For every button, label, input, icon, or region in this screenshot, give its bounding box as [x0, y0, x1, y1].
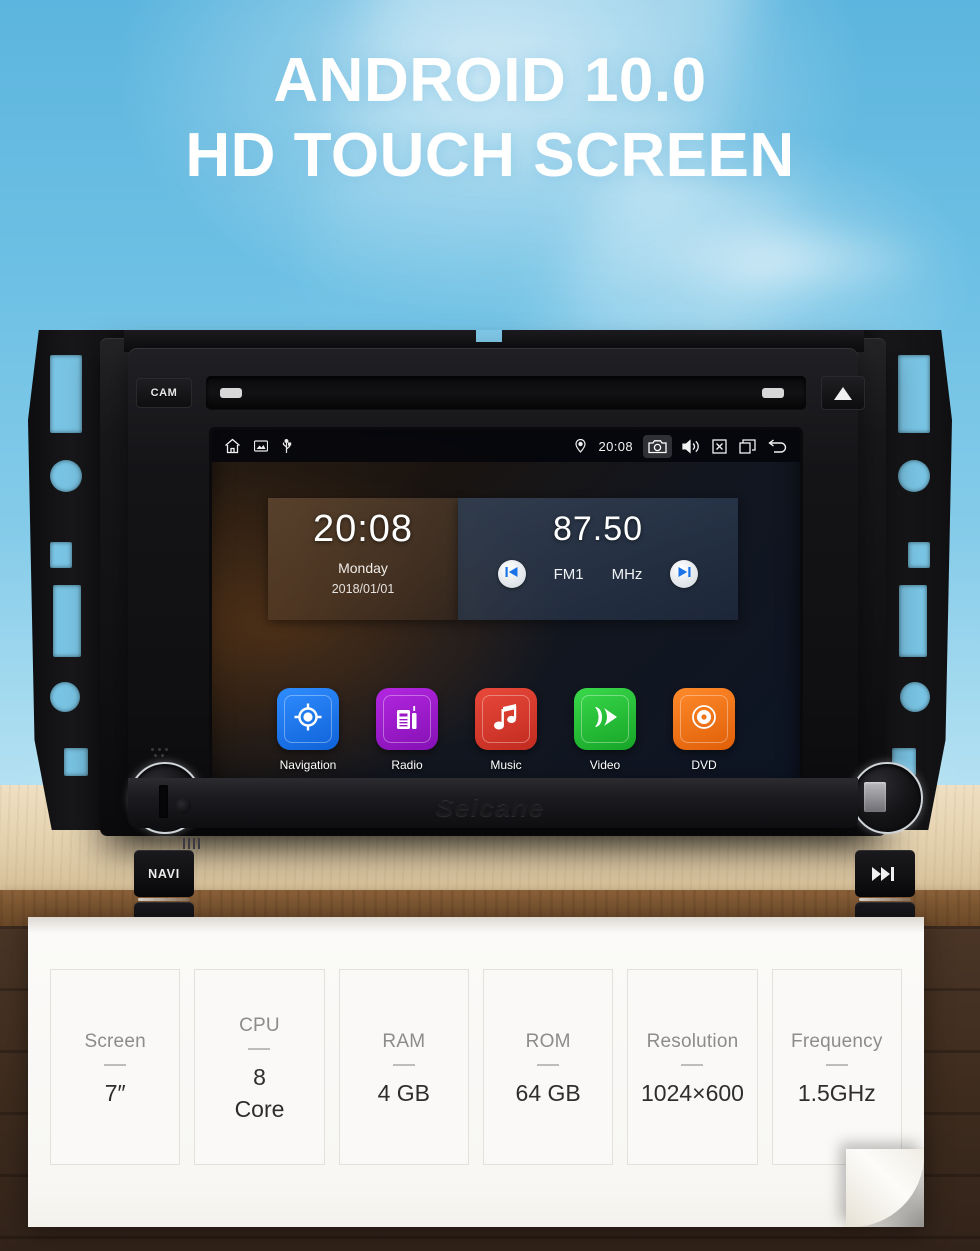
app-label-dvd: DVD — [691, 758, 717, 772]
spec-label-ram: RAM — [382, 1030, 426, 1052]
usb-icon[interactable] — [281, 438, 292, 454]
android-touchscreen[interactable]: 20:08 20:08 Monday 2018/01/01 87.50 FM1 … — [212, 430, 800, 786]
spec-box-resolution: Resolution 1024×600 — [627, 969, 758, 1165]
app-label-video: Video — [589, 758, 621, 772]
spec-box-screen: Screen 7″ — [50, 969, 181, 1165]
spec-divider — [537, 1063, 560, 1066]
spec-label-resolution: Resolution — [646, 1030, 739, 1052]
vent-grille — [183, 838, 201, 849]
music-tile[interactable] — [475, 688, 537, 750]
spec-label-rom: ROM — [525, 1030, 571, 1052]
clock-date: 2018/01/01 — [331, 582, 395, 596]
headline-line-2: HD TOUCH SCREEN — [185, 121, 795, 190]
eject-icon — [834, 386, 852, 400]
skip-previous-icon — [504, 565, 519, 583]
disc-slot[interactable] — [206, 376, 806, 410]
radio-prev-button[interactable] — [497, 560, 526, 588]
spec-value-frequency: 1.5GHz — [797, 1079, 876, 1106]
camera-icon[interactable] — [643, 434, 672, 458]
radio-frequency: 87.50 — [552, 510, 644, 548]
radio-widget[interactable]: 87.50 FM1 MHz — [458, 498, 738, 620]
app-radio[interactable]: Radio — [372, 688, 442, 772]
app-music[interactable]: Music — [471, 688, 541, 772]
video-play-icon — [589, 702, 621, 737]
navi-button[interactable]: NAVI — [134, 850, 194, 901]
spec-value-rom: 64 GB — [515, 1079, 581, 1106]
spec-label-screen: Screen — [84, 1030, 146, 1052]
radio-band: FM1 — [553, 565, 584, 583]
spec-value-ram: 4 GB — [377, 1079, 431, 1106]
radio-receiver-icon — [392, 701, 422, 738]
disc-icon — [688, 701, 720, 738]
recents-icon[interactable] — [739, 438, 756, 454]
cam-button[interactable]: CAM — [136, 378, 192, 408]
next-track-button[interactable] — [855, 850, 915, 901]
app-label-navigation: Navigation — [279, 758, 337, 772]
headline-line-1: ANDROID 10.0 — [273, 46, 707, 115]
spec-divider — [392, 1063, 415, 1066]
cloud-wisp — [640, 215, 940, 305]
clock-widget[interactable]: 20:08 Monday 2018/01/01 — [268, 498, 458, 620]
spec-divider — [825, 1063, 848, 1066]
spec-label-frequency: Frequency — [791, 1030, 883, 1052]
clock-day: Monday — [338, 560, 388, 576]
app-dvd[interactable]: DVD — [669, 688, 739, 772]
spec-box-cpu: CPU 8 Core — [194, 969, 325, 1165]
app-label-radio: Radio — [391, 758, 423, 772]
skip-next-icon — [677, 565, 692, 583]
advertisement-banner: ANDROID 10.0 HD TOUCH SCREEN CAM NAVI 20… — [0, 0, 980, 1251]
navigation-tile[interactable] — [277, 688, 339, 750]
spec-divider — [248, 1048, 271, 1051]
microphone-dots — [151, 748, 169, 761]
navigation-target-icon — [292, 701, 324, 738]
car-stereo-head-unit: CAM NAVI DVD MUT BND — [28, 330, 952, 1057]
spec-value-resolution: 1024×600 — [640, 1079, 744, 1106]
clock-time: 20:08 — [312, 508, 414, 550]
volume-icon[interactable] — [682, 438, 700, 454]
eject-button[interactable] — [821, 376, 865, 410]
spec-divider — [681, 1063, 704, 1066]
app-video[interactable]: Video — [570, 688, 640, 772]
app-navigation[interactable]: Navigation — [273, 688, 343, 772]
spec-divider — [104, 1063, 127, 1066]
spec-value-screen: 7″ — [104, 1079, 126, 1106]
video-tile[interactable] — [574, 688, 636, 750]
app-label-music: Music — [490, 758, 522, 772]
spec-label-cpu: CPU — [239, 1015, 280, 1037]
disc-slot-indicator-right — [762, 388, 784, 398]
home-icon[interactable] — [224, 438, 241, 454]
spec-box-rom: ROM 64 GB — [482, 969, 614, 1165]
radio-tile[interactable] — [376, 688, 438, 750]
sd-card-slot[interactable] — [159, 785, 168, 818]
disc-slot-indicator-left — [220, 388, 242, 398]
spec-box-ram: RAM 4 GB — [338, 969, 469, 1165]
spec-value-cpu: 8 Core — [234, 1064, 285, 1122]
dvd-tile[interactable] — [673, 688, 735, 750]
spec-row: Screen 7″ CPU 8 Core RAM 4 GB ROM 64 GB — [50, 969, 902, 1165]
back-icon[interactable] — [768, 438, 788, 454]
music-note-icon — [491, 701, 521, 738]
next-track-icon — [872, 866, 898, 882]
spec-card: Screen 7″ CPU 8 Core RAM 4 GB ROM 64 GB — [28, 917, 924, 1227]
spec-box-frequency: Frequency 1.5GHz — [771, 969, 902, 1165]
radio-unit: MHz — [611, 565, 643, 583]
status-bar-time: 20:08 — [598, 438, 633, 454]
close-icon[interactable] — [712, 438, 727, 454]
status-bar: 20:08 — [212, 430, 800, 462]
radio-next-button[interactable] — [670, 560, 699, 588]
headline: ANDROID 10.0 HD TOUCH SCREEN — [0, 50, 980, 187]
app-shortcut-row: Navigation Radio Music Video DVD — [212, 688, 800, 772]
home-widgets: 20:08 Monday 2018/01/01 87.50 FM1 MHz — [212, 462, 800, 620]
location-pin-icon — [575, 439, 587, 453]
image-icon[interactable] — [254, 440, 268, 452]
reset-button[interactable] — [175, 798, 191, 814]
usb-port[interactable] — [864, 782, 886, 812]
